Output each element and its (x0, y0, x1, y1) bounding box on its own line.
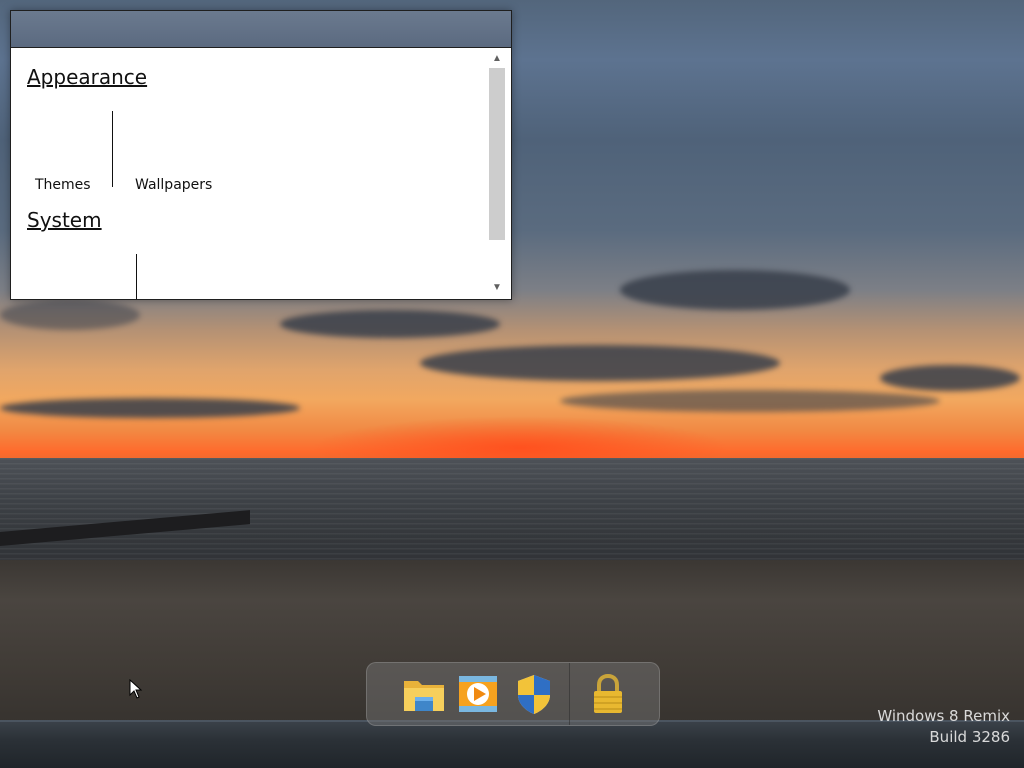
section-title-appearance[interactable]: Appearance (27, 65, 147, 89)
cloud (620, 270, 850, 310)
cloud (420, 345, 780, 381)
watermark-line-2: Build 3286 (929, 728, 1010, 746)
cloud (280, 310, 500, 338)
window-titlebar[interactable] (11, 11, 511, 48)
mouse-cursor-icon (129, 678, 143, 699)
tile-divider (112, 111, 113, 187)
dock-separator (569, 663, 570, 725)
file-explorer-icon[interactable] (401, 671, 447, 717)
tile-themes[interactable]: Themes (35, 177, 91, 193)
section-title-system[interactable]: System (27, 208, 102, 232)
tile-wallpapers[interactable]: Wallpapers (135, 177, 212, 193)
lock-icon[interactable] (585, 671, 631, 717)
scroll-thumb[interactable] (489, 68, 505, 240)
taskbar-dock (366, 662, 660, 726)
cloud (0, 398, 300, 418)
cloud (560, 390, 940, 412)
cloud (0, 300, 140, 330)
scroll-down-icon[interactable]: ▼ (488, 281, 506, 295)
settings-window: Appearance Themes Wallpapers System ▲ ▼ (10, 10, 512, 300)
tile-divider (136, 254, 137, 299)
watermark-line-1: Windows 8 Remix (877, 707, 1010, 725)
build-watermark: Windows 8 Remix Build 3286 (877, 706, 1010, 748)
vertical-scrollbar[interactable]: ▲ ▼ (488, 52, 506, 295)
media-player-icon[interactable] (455, 671, 501, 717)
scroll-up-icon[interactable]: ▲ (488, 52, 506, 66)
railing (0, 720, 1024, 768)
cloud (880, 365, 1020, 391)
security-shield-icon[interactable] (511, 671, 557, 717)
window-content: Appearance Themes Wallpapers System ▲ ▼ (11, 48, 511, 299)
